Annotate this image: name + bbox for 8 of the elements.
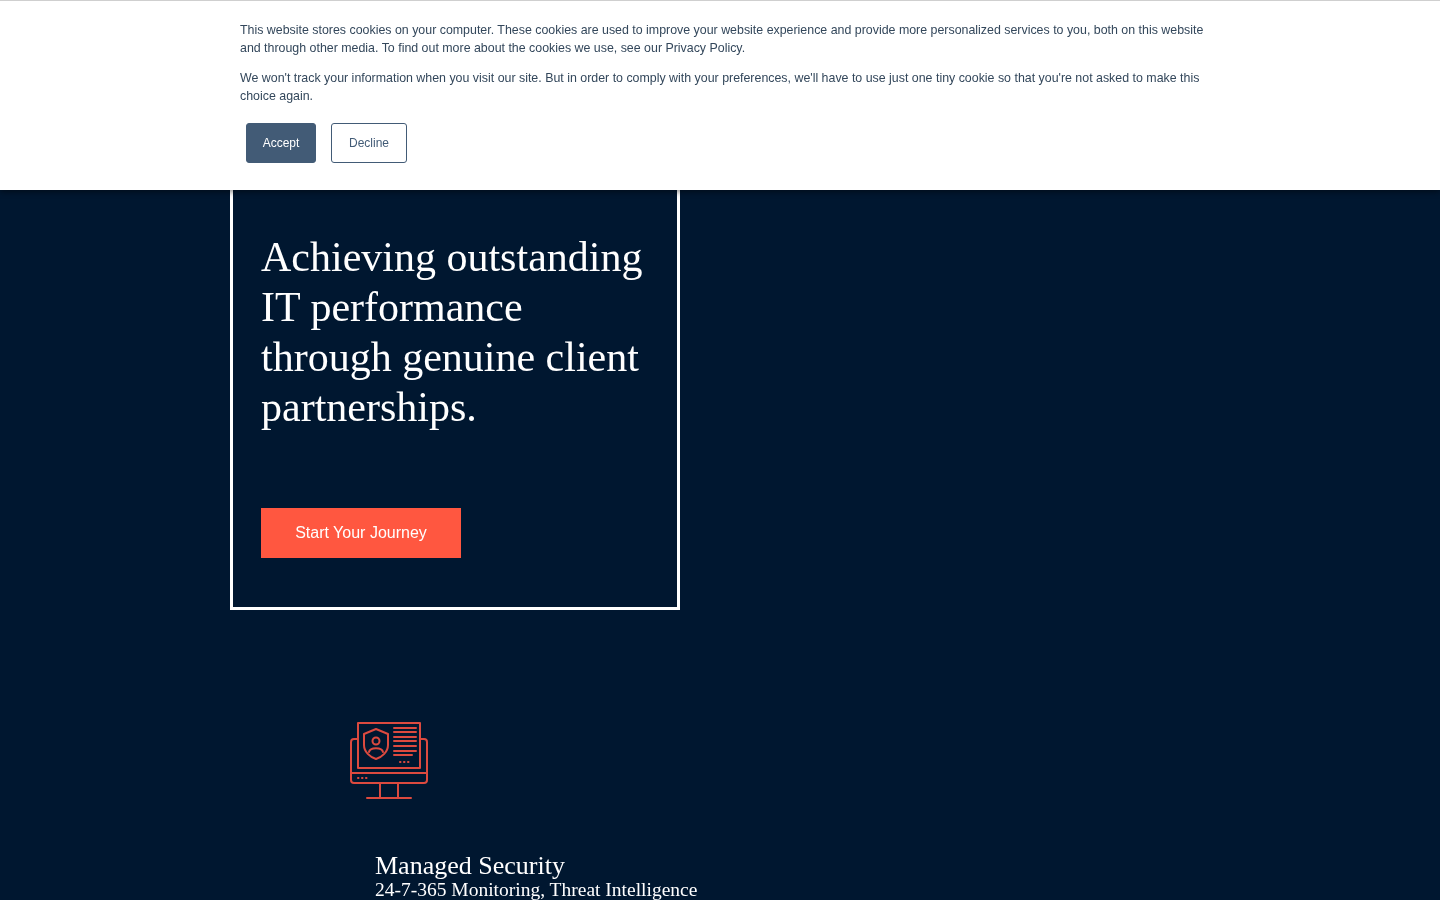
hero-heading: Achieving outstanding IT performance through genuine client partnerships.	[261, 233, 644, 432]
accept-button[interactable]: Accept	[246, 123, 316, 163]
monitor-shield-icon	[350, 722, 428, 800]
cookie-notice-text: This website stores cookies on your computer. These cookies are used to improve your website experience and provide more personalized services to you, both on this website and through other media. To find out more about the cookies we use, see our Privacy Policy.	[240, 22, 1204, 57]
cookie-notice-text: We won't track your information when you visit our site. But in order to comply with your preferences, we'll have to use just one tiny cookie so that you're not asked to make this choice again.	[240, 70, 1201, 105]
decline-button[interactable]: Decline	[331, 123, 407, 163]
service-subtitle: 24-7-365 Monitoring, Threat Intelligence	[375, 880, 698, 900]
service-title: Managed Security	[375, 852, 565, 880]
